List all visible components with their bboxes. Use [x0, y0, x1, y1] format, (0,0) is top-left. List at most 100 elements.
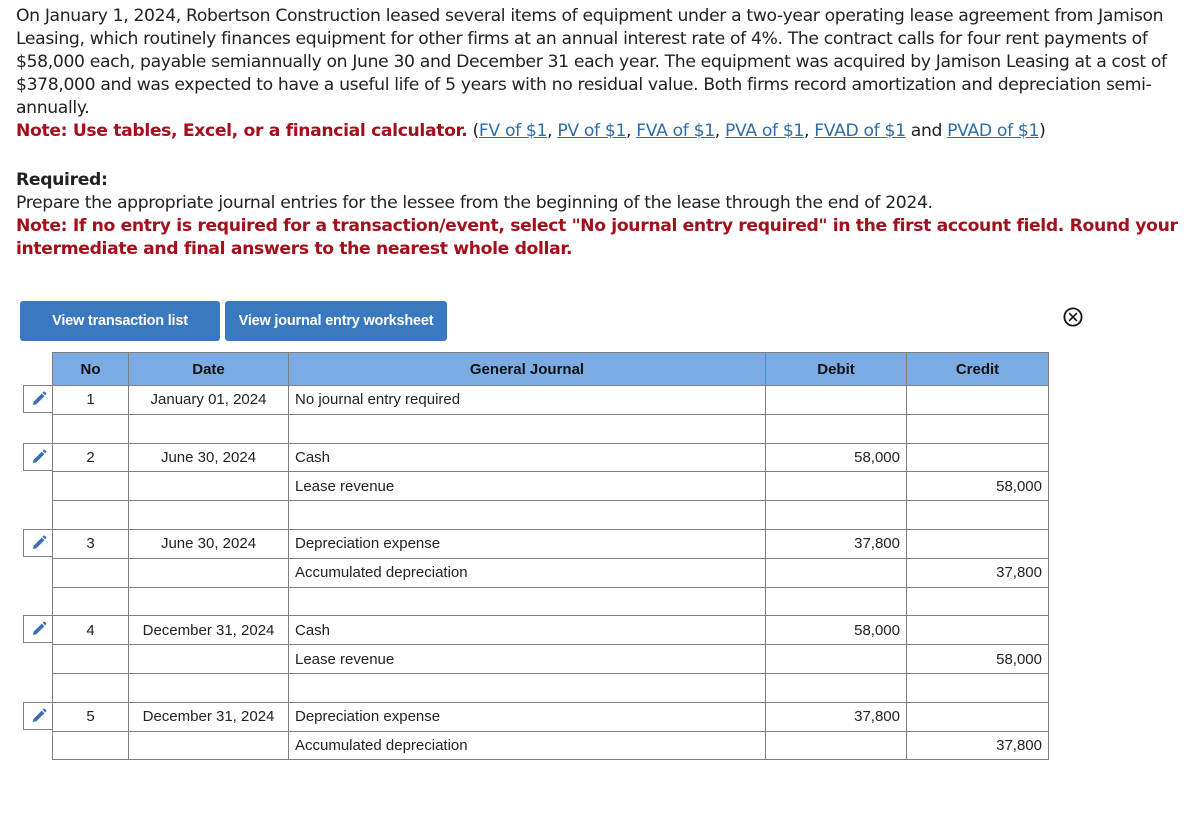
edit-entry-1-button[interactable] [23, 385, 53, 413]
pencil-icon [32, 621, 46, 636]
pencil-icon [32, 535, 46, 549]
account-cell: Lease revenue [288, 471, 766, 502]
empty-cell [906, 413, 1049, 444]
header-credit: Credit [906, 352, 1049, 386]
empty-cell [128, 644, 289, 674]
header-no: No [52, 352, 129, 386]
edit-entry-5-button[interactable] [23, 701, 53, 730]
empty-cell [52, 586, 129, 617]
empty-cell [765, 500, 907, 530]
empty-cell [288, 586, 766, 617]
pencil-icon [32, 449, 46, 463]
entry-number: 2 [52, 442, 129, 473]
empty-cell [128, 500, 289, 530]
debit-cell [765, 557, 907, 588]
account-cell: Accumulated depreciation [288, 730, 766, 761]
account-cell: Depreciation expense [288, 528, 766, 559]
debit-cell [765, 385, 907, 415]
problem-statement: On January 1, 2024, Robertson Constructi… [16, 5, 1191, 143]
edit-entry-4-button[interactable] [23, 615, 53, 644]
account-cell: Cash [288, 442, 766, 473]
link-pva[interactable]: PVA of $1 [725, 121, 804, 141]
empty-cell [128, 413, 289, 444]
table-header-row: No Date General Journal Debit Credit [52, 352, 1049, 386]
spacer-row [52, 586, 1049, 617]
entry-number: 5 [52, 701, 129, 732]
journal-line-row: Accumulated depreciation 37,800 [52, 557, 1049, 588]
journal-line-row: 2 June 30, 2024 Cash 58,000 [52, 442, 1049, 473]
entry-number: 1 [52, 385, 129, 415]
journal-line-row: Lease revenue 58,000 [52, 644, 1049, 674]
empty-cell [765, 672, 907, 703]
debit-cell [765, 471, 907, 502]
credit-cell [906, 615, 1049, 646]
close-icon[interactable] [1063, 307, 1083, 327]
account-cell: Depreciation expense [288, 701, 766, 732]
view-journal-entry-worksheet-button[interactable]: View journal entry worksheet [225, 301, 447, 341]
link-fvad[interactable]: FVAD of $1 [814, 121, 906, 141]
journal-line-row: 3 June 30, 2024 Depreciation expense 37,800 [52, 528, 1049, 559]
journal-line-row: Accumulated depreciation 37,800 [52, 730, 1049, 761]
header-general-journal: General Journal [288, 352, 766, 386]
required-note: Note: If no entry is required for a tran… [16, 216, 1178, 259]
account-cell: Accumulated depreciation [288, 557, 766, 588]
empty-cell [765, 413, 907, 444]
edit-entry-3-button[interactable] [23, 529, 53, 557]
note-line: Note: Use tables, Excel, or a financial … [16, 121, 1046, 141]
link-fva[interactable]: FVA of $1 [636, 121, 715, 141]
empty-cell [906, 500, 1049, 530]
edit-entry-2-button[interactable] [23, 442, 53, 471]
entry-date: June 30, 2024 [128, 442, 289, 473]
empty-cell [128, 672, 289, 703]
credit-cell: 58,000 [906, 471, 1049, 502]
header-date: Date [128, 352, 289, 386]
empty-cell [765, 586, 907, 617]
calculator-note: Note: Use tables, Excel, or a financial … [16, 121, 468, 141]
required-section: Required: Prepare the appropriate journa… [16, 169, 1191, 261]
credit-cell [906, 528, 1049, 559]
empty-cell [52, 557, 129, 588]
credit-cell: 37,800 [906, 730, 1049, 761]
link-pv[interactable]: PV of $1 [557, 121, 626, 141]
entry-number: 3 [52, 528, 129, 559]
empty-cell [288, 500, 766, 530]
entry-date: December 31, 2024 [128, 701, 289, 732]
credit-cell [906, 701, 1049, 732]
journal-line-row: 5 December 31, 2024 Depreciation expense 37… [52, 701, 1049, 732]
spacer-row [52, 413, 1049, 444]
required-instruction: Prepare the appropriate journal entries … [16, 193, 933, 213]
entry-date: December 31, 2024 [128, 615, 289, 646]
general-journal-table: No Date General Journal Debit Credit 1 Ja… [52, 352, 1049, 761]
spacer-row [52, 500, 1049, 530]
empty-cell [288, 413, 766, 444]
empty-cell [52, 471, 129, 502]
empty-cell [288, 672, 766, 703]
credit-cell: 58,000 [906, 644, 1049, 674]
journal-line-row: 1 January 01, 2024 No journal entry requir… [52, 385, 1049, 415]
entry-date: June 30, 2024 [128, 528, 289, 559]
link-fv[interactable]: FV of $1 [479, 121, 548, 141]
credit-cell [906, 442, 1049, 473]
empty-cell [128, 471, 289, 502]
empty-cell [128, 557, 289, 588]
credit-cell [906, 385, 1049, 415]
empty-cell [52, 644, 129, 674]
empty-cell [128, 730, 289, 761]
problem-text: On January 1, 2024, Robertson Constructi… [16, 6, 1167, 118]
view-transaction-list-button[interactable]: View transaction list [20, 301, 220, 341]
link-pvad[interactable]: PVAD of $1 [947, 121, 1039, 141]
credit-cell: 37,800 [906, 557, 1049, 588]
empty-cell [128, 586, 289, 617]
spacer-row [52, 672, 1049, 703]
debit-cell: 37,800 [765, 701, 907, 732]
journal-line-row: Lease revenue 58,000 [52, 471, 1049, 502]
header-debit: Debit [765, 352, 907, 386]
required-title: Required: [16, 170, 108, 190]
debit-cell: 37,800 [765, 528, 907, 559]
debit-cell: 58,000 [765, 442, 907, 473]
journal-line-row: 4 December 31, 2024 Cash 58,000 [52, 615, 1049, 646]
empty-cell [52, 500, 129, 530]
account-cell: Cash [288, 615, 766, 646]
entry-number: 4 [52, 615, 129, 646]
pencil-icon [32, 391, 46, 405]
